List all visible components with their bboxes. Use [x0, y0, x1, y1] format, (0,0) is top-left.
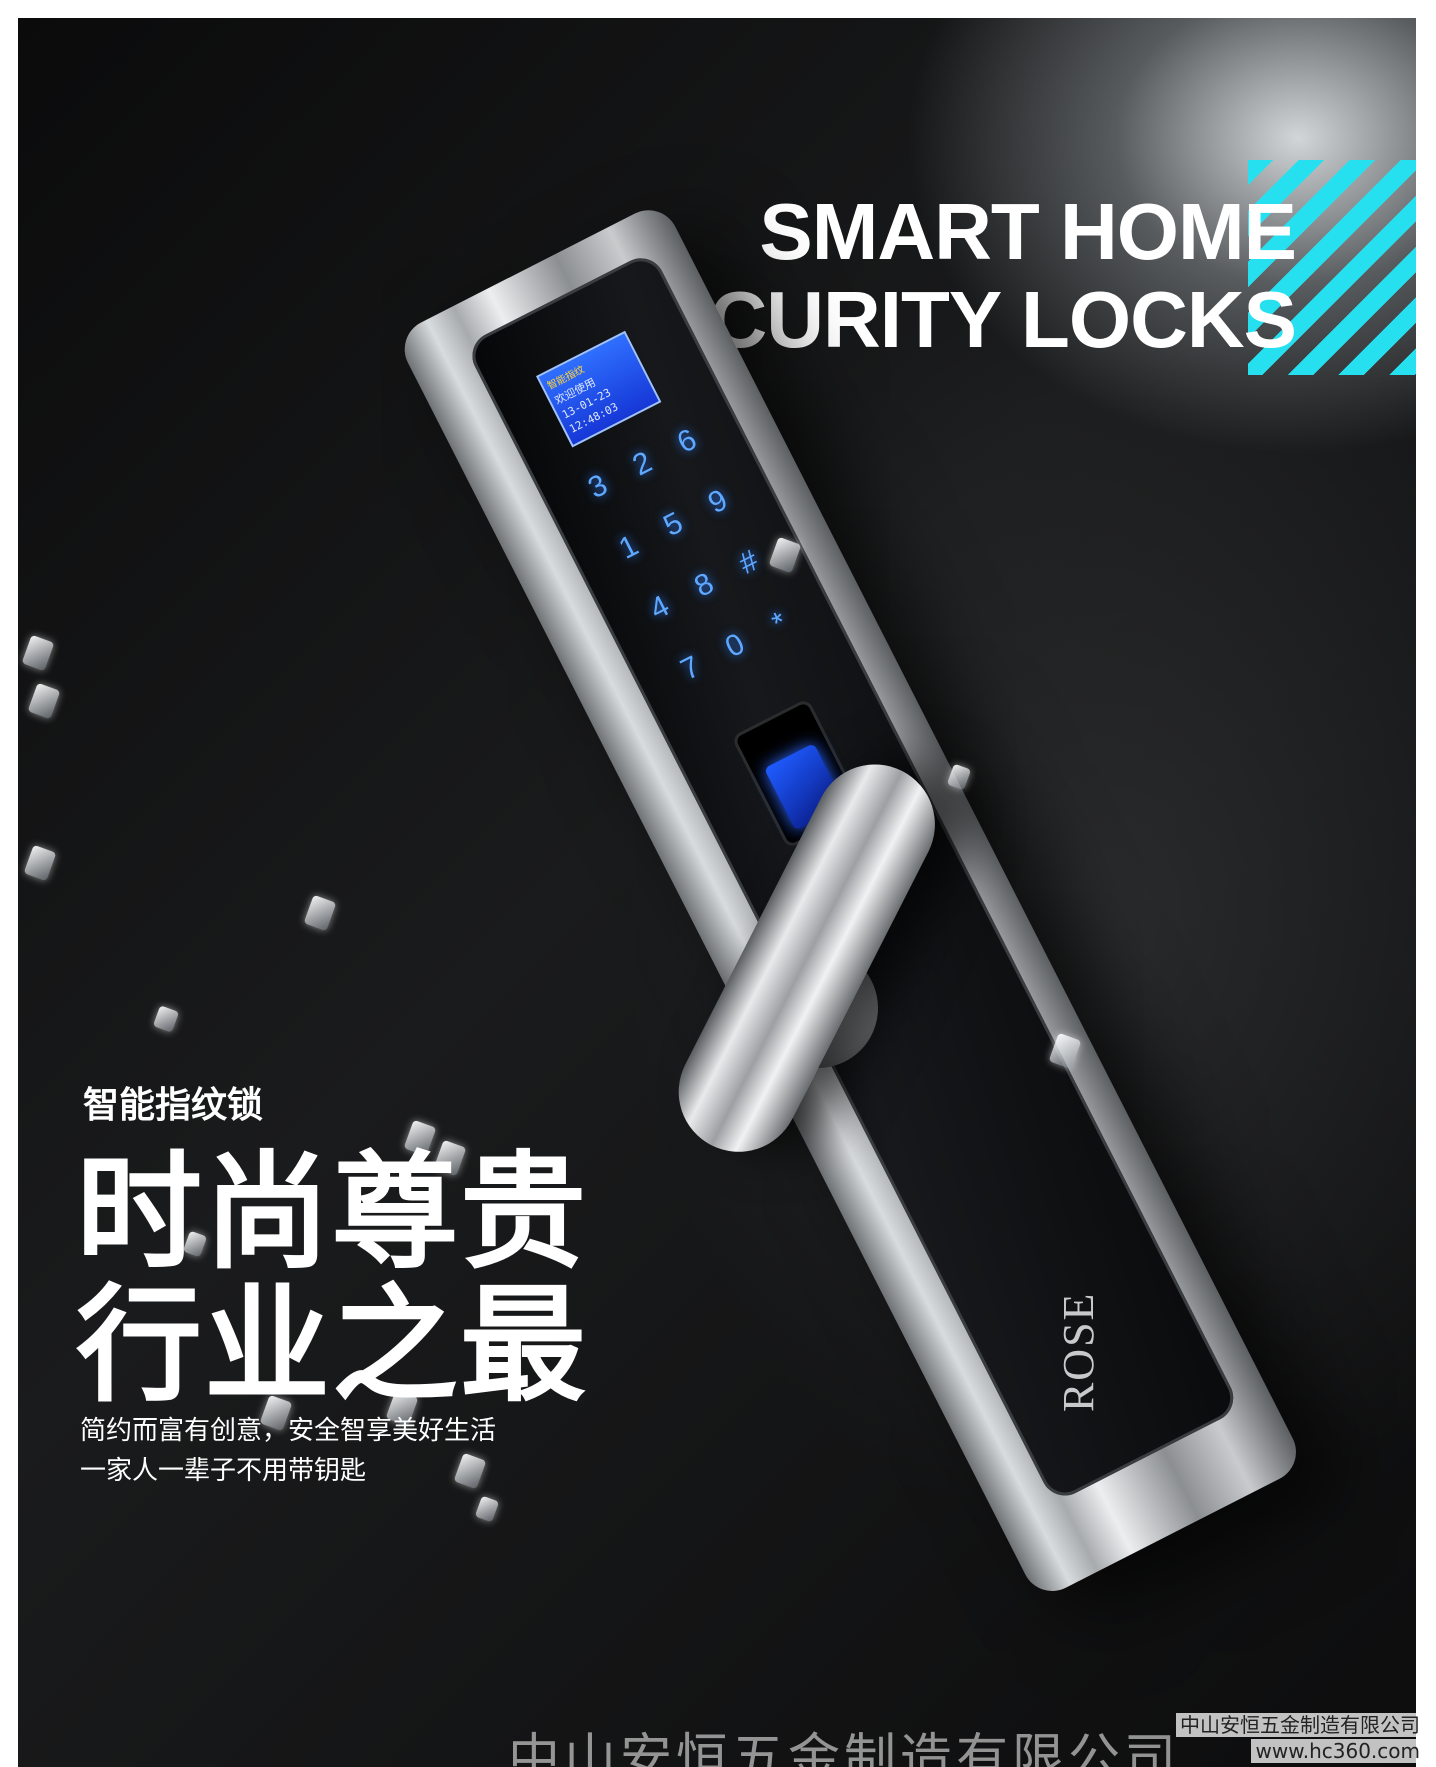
- brand-logo: ROSE: [1053, 1291, 1103, 1413]
- company-watermark: 中山安恒五金制造有限公司: [508, 1729, 1181, 1767]
- lcd-screen: 智能指纹 欢迎使用 13-01-23 12:48:03: [535, 330, 662, 448]
- watermark-company-name: 中山安恒五金制造有限公司: [1176, 1713, 1424, 1737]
- watermark-site-url: www.hc360.com: [1251, 1739, 1424, 1763]
- site-watermark: 中山安恒五金制造有限公司 www.hc360.com: [1176, 1712, 1424, 1764]
- poster-background: SMART HOME SECURITY LOCKS 智能指纹 欢迎使用 13-0…: [18, 18, 1416, 1767]
- smart-lock-product: 智能指纹 欢迎使用 13-01-23 12:48:03 3 2 6 1 5 9 …: [18, 18, 1416, 1767]
- body-text-line-2: 一家人一辈子不用带钥匙: [80, 1456, 367, 1486]
- title-line-1: 时尚尊贵: [76, 1139, 588, 1286]
- title-line-2: 行业之最: [76, 1272, 588, 1419]
- product-subtitle: 智能指纹锁: [83, 1085, 264, 1126]
- body-text-line-1: 简约而富有创意，安全智享美好生活: [80, 1416, 497, 1446]
